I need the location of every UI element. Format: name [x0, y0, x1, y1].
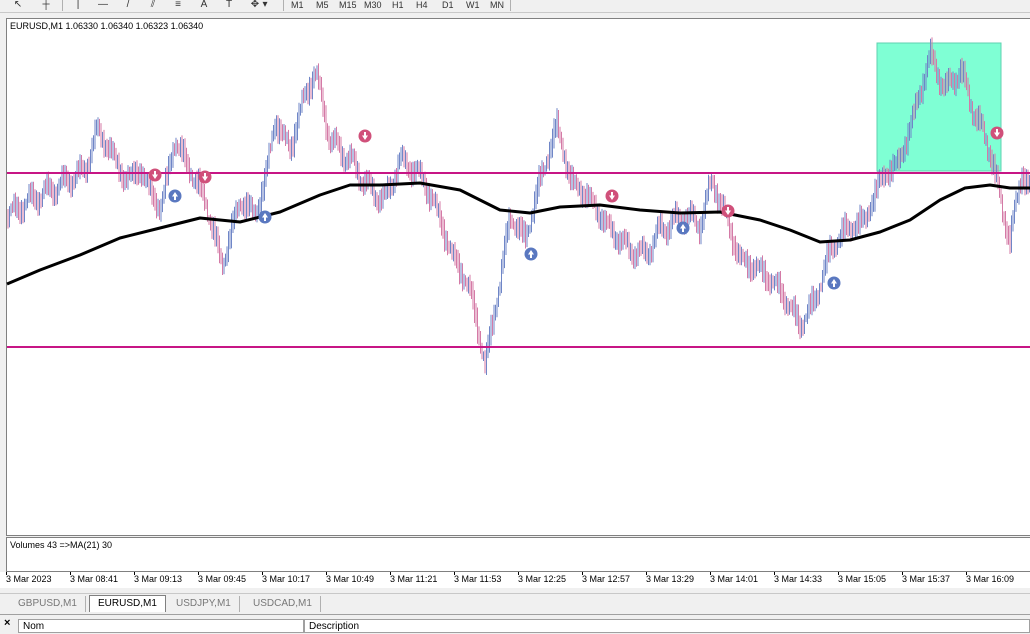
volume-pane[interactable] — [6, 537, 1030, 572]
time-axis-label: 3 Mar 14:33 — [774, 574, 823, 584]
time-axis-label: 3 Mar 10:17 — [262, 574, 311, 584]
chart-tabs-bar: GBPUSD,M1 EURUSD,M1 USDJPY,M1 USDCAD,M1 — [0, 593, 1030, 613]
time-axis-label: 3 Mar 14:01 — [710, 574, 759, 584]
time-axis-label: 3 Mar 2023 — [6, 574, 52, 584]
time-axis-label: 3 Mar 16:09 — [966, 574, 1015, 584]
volume-header: Volumes 43 =>MA(21) 30 — [10, 540, 113, 550]
time-axis-label: 3 Mar 11:21 — [390, 574, 438, 584]
sell-arrow-icon — [605, 189, 619, 203]
buy-arrow-icon — [524, 247, 538, 261]
buy-arrow-icon — [676, 221, 690, 235]
time-axis-label: 3 Mar 13:29 — [646, 574, 695, 584]
close-panel-icon[interactable]: × — [4, 617, 10, 629]
price-chart-canvas — [6, 37, 1030, 570]
time-axis-label: 3 Mar 12:25 — [518, 574, 567, 584]
time-axis-label: 3 Mar 09:13 — [134, 574, 183, 584]
tab-usdjpy[interactable]: USDJPY,M1 — [168, 596, 240, 612]
time-axis-label: 3 Mar 15:37 — [902, 574, 951, 584]
column-header-description[interactable]: Description — [304, 619, 1030, 633]
sell-arrow-icon — [990, 126, 1004, 140]
sell-arrow-icon — [358, 129, 372, 143]
price-bars — [7, 37, 1030, 375]
buy-arrow-icon — [258, 210, 272, 224]
buy-arrow-icon — [827, 276, 841, 290]
tab-gbpusd[interactable]: GBPUSD,M1 — [10, 596, 86, 612]
time-axis-label: 3 Mar 08:41 — [70, 574, 119, 584]
buy-arrow-icon — [168, 189, 182, 203]
tab-usdcad[interactable]: USDCAD,M1 — [245, 596, 321, 612]
sell-arrow-icon — [148, 168, 162, 182]
highlight-zone[interactable] — [876, 42, 1002, 172]
time-axis-label: 3 Mar 15:05 — [838, 574, 887, 584]
column-header-nom[interactable]: Nom — [18, 619, 304, 633]
tab-eurusd[interactable]: EURUSD,M1 — [89, 595, 166, 612]
chart-symbol-header: EURUSD,M1 1.06330 1.06340 1.06323 1.0634… — [10, 21, 204, 31]
time-axis-label: 3 Mar 10:49 — [326, 574, 375, 584]
sell-arrow-icon — [198, 170, 212, 184]
time-axis: 3 Mar 2023 3 Mar 08:41 3 Mar 09:13 3 Mar 09… — [0, 572, 1030, 588]
time-axis-label: 3 Mar 12:57 — [582, 574, 631, 584]
sell-arrow-icon — [721, 204, 735, 218]
bottom-panel: × Nom Description — [0, 614, 1030, 633]
time-axis-label: 3 Mar 09:45 — [198, 574, 247, 584]
time-axis-label: 3 Mar 11:53 — [454, 574, 502, 584]
